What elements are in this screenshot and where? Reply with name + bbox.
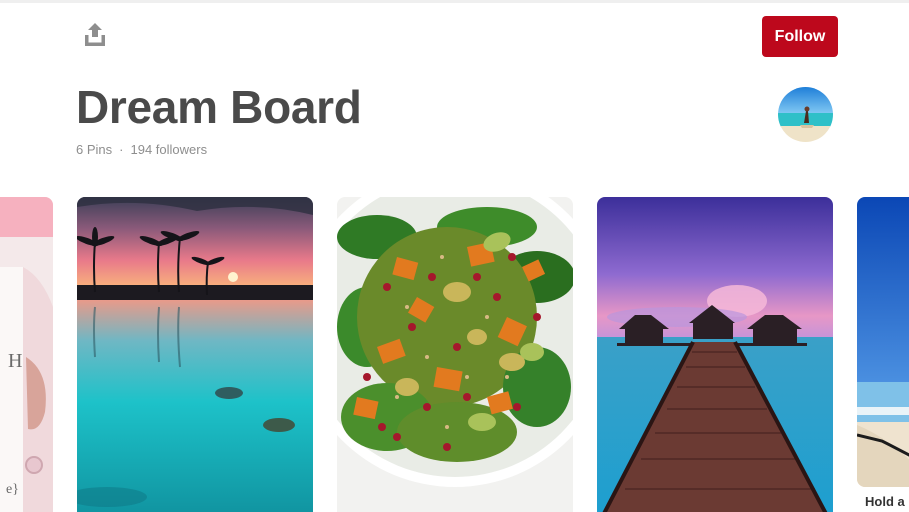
pin-card-overwater-villas[interactable] [597, 197, 833, 512]
book-title-text: H [8, 350, 22, 372]
board-stats: 6 Pins · 194 followers [76, 142, 207, 157]
book-subtitle-text: e} [6, 482, 19, 497]
pin-image-villas [597, 197, 833, 512]
pin-caption[interactable]: Hold a [865, 494, 905, 509]
share-button[interactable] [80, 20, 110, 50]
pin-card-partial-left[interactable]: H e} [0, 197, 53, 512]
pin-image-sunset [77, 197, 313, 512]
pin-image-book: H e} [0, 197, 53, 512]
meta-separator: · [119, 142, 124, 157]
board-page: Follow Dream Board 6 Pins · 194 followers [0, 0, 909, 512]
top-divider [0, 0, 909, 3]
pin-card-salad[interactable] [337, 197, 573, 512]
follow-button[interactable]: Follow [762, 16, 838, 57]
pin-card-partial-right[interactable] [857, 197, 909, 487]
pin-image-salad [337, 197, 573, 512]
pin-image-beach [857, 197, 909, 487]
follower-count[interactable]: 194 followers [130, 142, 207, 157]
pin-card-tropical-sunset[interactable] [77, 197, 313, 512]
pin-count[interactable]: 6 Pins [76, 142, 112, 157]
share-upload-icon [85, 23, 105, 46]
board-owner-avatar[interactable] [778, 87, 833, 142]
board-title: Dream Board [76, 81, 362, 133]
avatar-image [778, 87, 833, 142]
